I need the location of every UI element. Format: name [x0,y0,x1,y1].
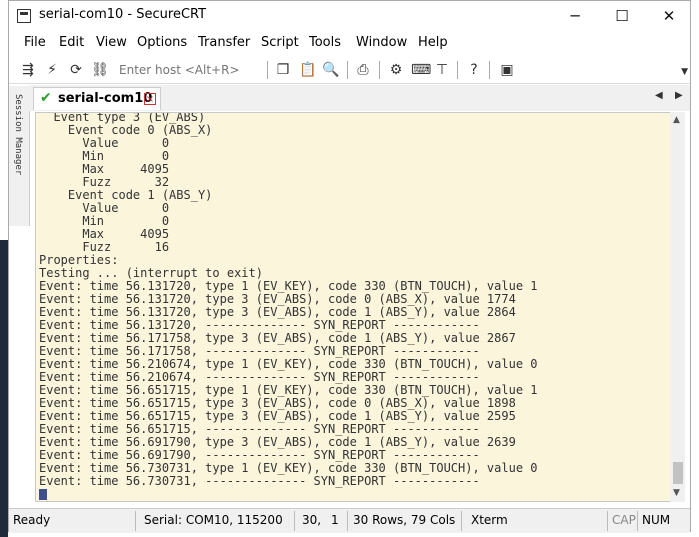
disconnect-icon[interactable]: ⛓ [91,61,109,79]
status-num: NUM [642,513,671,527]
close-button[interactable]: ✕ [646,1,692,32]
print-icon[interactable]: ⎙ [354,61,372,79]
menu-script[interactable]: Script [261,35,299,50]
status-size: 30 Rows, 79 Cols [353,513,456,527]
title-bar: serial-com10 - SecureCRT ─ ☐ ✕ [9,1,690,32]
app-icon [17,9,31,23]
tab-label: serial-com10 [58,91,153,106]
status-row: 30, [302,513,322,527]
menu-options[interactable]: Options [137,35,187,50]
help-icon[interactable]: ? [465,61,483,79]
lightning-icon[interactable]: ⚡ [43,61,61,79]
copy-icon[interactable]: ❐ [274,61,292,79]
status-connection: Serial: COM10, 115200 [144,513,283,527]
status-col: 1 [331,513,339,527]
terminal-cursor [39,489,47,500]
menu-bar: File Edit View Options Transfer Script T… [9,32,690,54]
toolbar-separator [379,61,380,79]
terminal-line: Event: time 56.730731, -------------- SY… [39,474,480,488]
sftp-icon[interactable]: ⊤ [433,61,451,79]
tab-bar: ✔ serial-com10 × ◀ ▶ [29,85,690,111]
connect-icon[interactable]: ⇶ [19,61,37,79]
menu-edit[interactable]: Edit [59,35,84,50]
terminal-output: Event type 3 (EV_ABS) Event code 0 (ABS_… [39,113,538,488]
scroll-down-icon[interactable]: ▼ [673,488,680,498]
tab-next-icon[interactable]: ▶ [675,90,683,101]
tab-close-icon[interactable]: × [144,93,156,105]
status-separator [347,511,348,531]
status-separator [607,511,608,531]
toolbar-separator [489,61,490,79]
toolbar-overflow-icon[interactable]: ▼ [681,67,688,77]
settings-icon[interactable]: ⚙ [387,61,405,79]
tab-prev-icon[interactable]: ◀ [655,90,663,101]
menu-tools[interactable]: Tools [309,35,341,50]
status-bar: Ready Serial: COM10, 115200 30, 1 30 Row… [9,508,690,533]
paste-icon[interactable]: 📋 [299,61,317,79]
status-emulation: Xterm [471,513,508,527]
toolbar-separator [347,61,348,79]
scroll-up-icon[interactable]: ▲ [673,115,680,125]
status-separator [135,511,136,531]
scroll-thumb[interactable] [673,462,683,484]
menu-help[interactable]: Help [418,35,448,50]
host-input[interactable] [119,60,265,80]
status-caps: CAP [612,513,636,527]
toolbar: ⇶ ⚡ ⟳ ⛓ ❐ 📋 🔍 ⎙ ⚙ ⌨ ⊤ ? ▣ ▼ [9,57,690,84]
status-separator [637,511,638,531]
reconnect-icon[interactable]: ⟳ [67,61,85,79]
maximize-button[interactable]: ☐ [599,1,645,32]
window-title: serial-com10 - SecureCRT [39,7,207,22]
status-ready: Ready [13,513,51,527]
status-separator [461,511,462,531]
session-manager-strip[interactable]: Session Manager [9,86,30,226]
toolbar-separator [267,61,268,79]
menu-transfer[interactable]: Transfer [198,35,250,50]
keymap-icon[interactable]: ⌨ [411,61,431,79]
tab-serial-com10[interactable]: ✔ serial-com10 × [33,87,161,110]
status-separator [294,511,295,531]
terminal-view[interactable]: Event type 3 (EV_ABS) Event code 0 (ABS_… [35,112,681,502]
sessions-icon[interactable]: ▣ [498,61,516,79]
securecrt-window: serial-com10 - SecureCRT ─ ☐ ✕ File Edit… [8,0,691,533]
toolbar-separator [457,61,458,79]
connected-check-icon: ✔ [40,90,52,106]
find-icon[interactable]: 🔍 [322,61,340,79]
menu-window[interactable]: Window [356,35,407,50]
minimize-button[interactable]: ─ [552,1,598,32]
menu-view[interactable]: View [96,35,127,50]
desktop-background-strip [0,240,8,537]
terminal-scrollbar[interactable]: ▲ ▼ [670,112,685,502]
session-manager-label: Session Manager [13,94,23,176]
menu-file[interactable]: File [24,35,46,50]
